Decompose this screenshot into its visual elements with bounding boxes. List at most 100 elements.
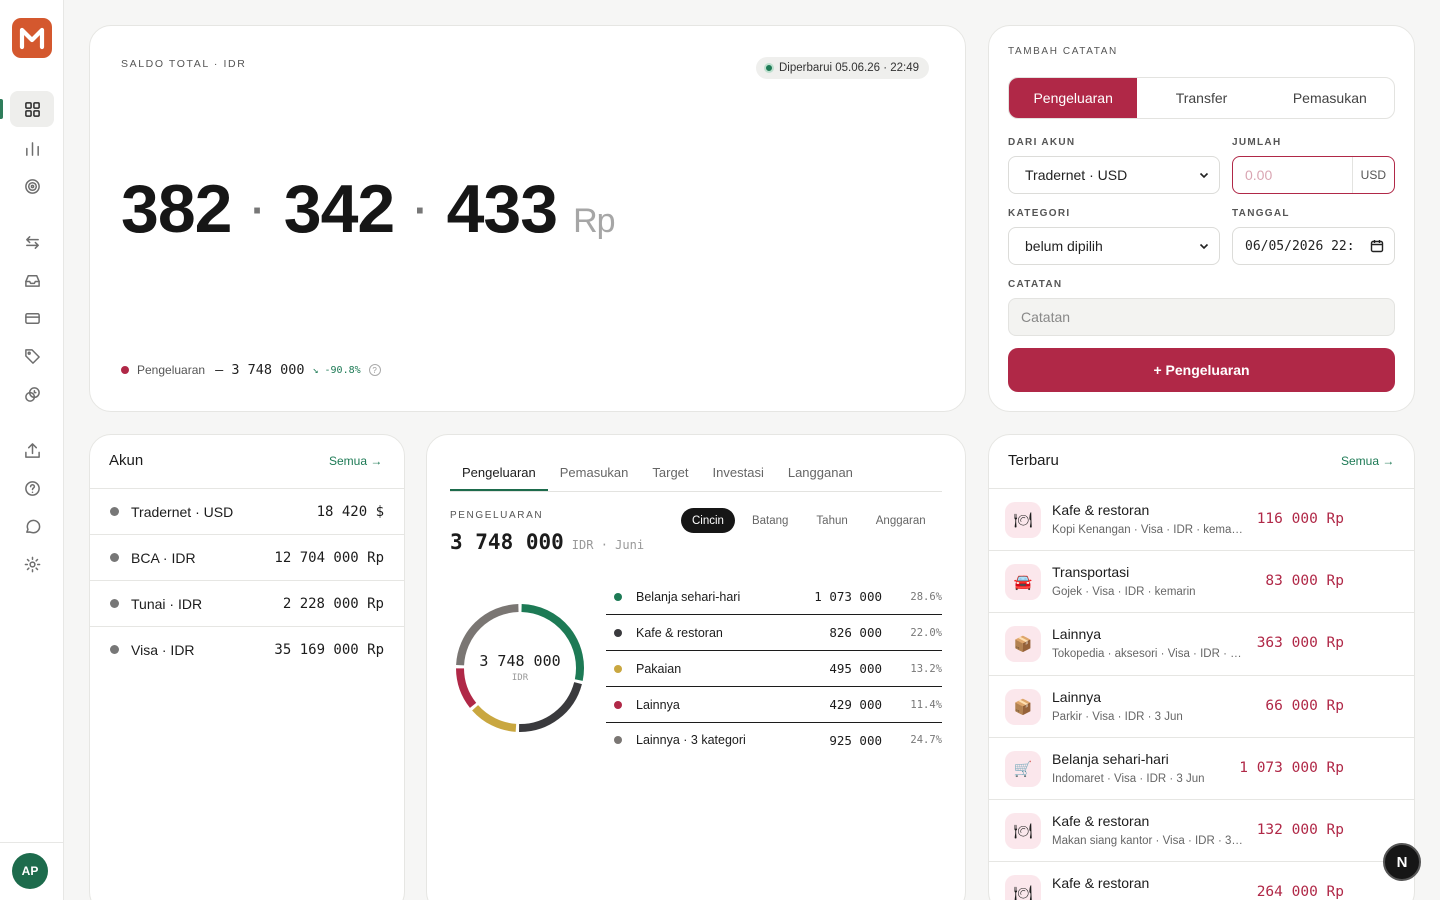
transaction-subtitle: Makan siang kantor · Visa · IDR · 3 Jun (1052, 835, 1244, 847)
nav-chat[interactable] (10, 508, 54, 544)
nav-settings[interactable] (10, 546, 54, 582)
analytics-total: 3 748 000 IDR · Juni (450, 530, 644, 554)
note-input[interactable]: Catatan (1008, 298, 1395, 336)
status-dot-icon (764, 63, 774, 73)
balance-part-1: 382 (121, 171, 232, 247)
category-icon: 🍽 (1005, 875, 1041, 900)
from-account-value: Tradernet · USD (1025, 167, 1128, 183)
accounts-all-link[interactable]: Semua → (329, 454, 382, 468)
category-percent: 13.2% (910, 662, 942, 675)
from-account-select[interactable]: Tradernet · USD (1008, 156, 1220, 194)
coins-icon (24, 386, 40, 402)
chat-icon (25, 519, 40, 533)
account-row[interactable]: BCA · IDR 12 704 000 Rp (90, 534, 404, 580)
nav-debts[interactable] (10, 376, 54, 412)
nav-transfers[interactable] (10, 224, 54, 260)
category-value: 495 000 (829, 661, 882, 676)
recent-title: Terbaru (1008, 452, 1059, 469)
account-row[interactable]: Visa · IDR 35 169 000 Rp (90, 626, 404, 672)
transaction-row[interactable]: 🚘 Transportasi Gojek · Visa · IDR · kemari… (989, 550, 1414, 612)
nav-statistics[interactable] (10, 130, 54, 166)
account-amount: 18 420 $ (316, 503, 384, 520)
category-row[interactable]: Kafe & restoran 826 000 22.0% (606, 615, 942, 651)
user-avatar[interactable]: AP (12, 853, 48, 889)
transaction-row[interactable]: 📦 Lainnya Parkir · Visa · IDR · 3 Jun 66 00… (989, 674, 1414, 737)
calendar-icon[interactable] (1370, 239, 1384, 253)
transaction-subtitle: Indomaret · Visa · IDR · 3 Jun (1052, 772, 1205, 785)
transaction-row[interactable]: 🍽 Kafe & restoran Kopi Kenangan · Visa · I… (989, 488, 1414, 550)
category-name: Belanja sehari-hari (636, 589, 741, 604)
balance-currency: Rp (573, 202, 615, 240)
app-logo[interactable] (12, 18, 52, 58)
add-record-title: TAMBAH CATATAN (1008, 46, 1118, 57)
category-row[interactable]: Pakaian 495 000 13.2% (606, 651, 942, 687)
nav-cards[interactable] (10, 300, 54, 336)
category-icon: 📦 (1005, 688, 1041, 725)
nav-goals[interactable] (10, 168, 54, 204)
nav-dashboard[interactable] (10, 91, 54, 127)
tab-income[interactable]: Pemasukan (1266, 78, 1394, 118)
account-dot-icon (110, 645, 119, 654)
transaction-amount: 116 000 Rp (1256, 511, 1344, 527)
transaction-row[interactable]: 📦 Lainnya Tokopedia · aksesori · Visa · ID… (989, 612, 1414, 674)
transaction-subtitle: Tokopedia · aksesori · Visa · IDR · kema… (1052, 648, 1244, 661)
add-expense-button[interactable]: + Pengeluaran (1008, 348, 1395, 392)
category-dot-icon (614, 628, 622, 637)
account-name: BCA · IDR (131, 549, 196, 566)
category-row[interactable]: Belanja sehari-hari 1 073 000 28.6% (606, 579, 942, 615)
account-amount: 35 169 000 Rp (274, 641, 384, 658)
category-icon: 🍽 (1005, 502, 1041, 538)
tab-subscriptions[interactable]: Langganan (776, 460, 865, 491)
nav-inbox[interactable] (10, 262, 54, 298)
transaction-amount: 1 073 000 Rp (1239, 759, 1344, 776)
tab-expenses[interactable]: Pengeluaran (450, 460, 548, 491)
tab-goals[interactable]: Target (640, 460, 700, 491)
note-placeholder: Catatan (1021, 309, 1071, 325)
nav-help[interactable] (10, 470, 54, 506)
category-percent: 28.6% (910, 590, 942, 603)
tab-income[interactable]: Pemasukan (548, 460, 641, 491)
amount-field[interactable]: 0.00 USD (1232, 156, 1395, 194)
nav-export[interactable] (10, 432, 54, 468)
balance-label: SALDO TOTAL · IDR (121, 58, 247, 70)
recent-all-link[interactable]: Semua → (1341, 454, 1394, 468)
donut-center: 3 748 000 IDR (452, 652, 588, 683)
tab-investments[interactable]: Investasi (701, 460, 776, 491)
account-name: Visa · IDR (131, 641, 195, 658)
nav-tags[interactable] (10, 338, 54, 374)
category-select[interactable]: belum dipilih (1008, 227, 1220, 265)
donut-segment[interactable] (472, 705, 517, 732)
category-dot-icon (614, 700, 622, 709)
transfer-icon (25, 235, 39, 249)
category-value: 429 000 (829, 697, 882, 712)
tab-transfer[interactable]: Transfer (1137, 78, 1265, 118)
note-label: CATATAN (1008, 279, 1063, 290)
balance-separator: · (251, 189, 264, 233)
transaction-row[interactable]: 🍽 Kafe & restoran 264 000 Rp (989, 861, 1414, 900)
donut-segment[interactable] (518, 681, 582, 732)
account-row[interactable]: Tunai · IDR 2 228 000 Rp (90, 580, 404, 626)
inbox-icon (24, 274, 40, 287)
bar-chart-icon (25, 141, 39, 156)
account-row[interactable]: Tradernet · USD 18 420 $ (90, 488, 404, 534)
analytics-section-label: PENGELUARAN (450, 510, 544, 521)
transaction-title: Lainnya (1052, 688, 1102, 705)
analytics-tabs: Pengeluaran Pemasukan Target Investasi L… (450, 460, 942, 492)
date-field[interactable]: 06/05/2026 22: (1232, 227, 1395, 265)
view-bars[interactable]: Batang (741, 508, 799, 533)
category-row[interactable]: Lainnya · 3 kategori 925 000 24.7% (606, 722, 942, 758)
info-icon[interactable]: ? (368, 364, 381, 376)
tab-expense[interactable]: Pengeluaran (1009, 78, 1138, 118)
transaction-amount: 264 000 Rp (1256, 884, 1344, 900)
view-budget[interactable]: Anggaran (865, 508, 937, 533)
next-dev-button[interactable]: N (1383, 843, 1421, 881)
transaction-row[interactable]: 🍽 Kafe & restoran Makan siang kantor · Vis… (989, 799, 1414, 861)
transaction-amount: 132 000 Rp (1256, 822, 1344, 838)
analytics-total-value: 3 748 000 (450, 530, 564, 554)
category-row[interactable]: Lainnya 429 000 11.4% (606, 687, 942, 723)
category-name: Lainnya (636, 697, 680, 712)
view-ring[interactable]: Cincin (681, 508, 735, 533)
category-value: 1 073 000 (814, 589, 882, 604)
view-year[interactable]: Tahun (805, 508, 858, 533)
transaction-row[interactable]: 🛒 Belanja sehari-hari Indomaret · Visa · I… (989, 736, 1414, 799)
